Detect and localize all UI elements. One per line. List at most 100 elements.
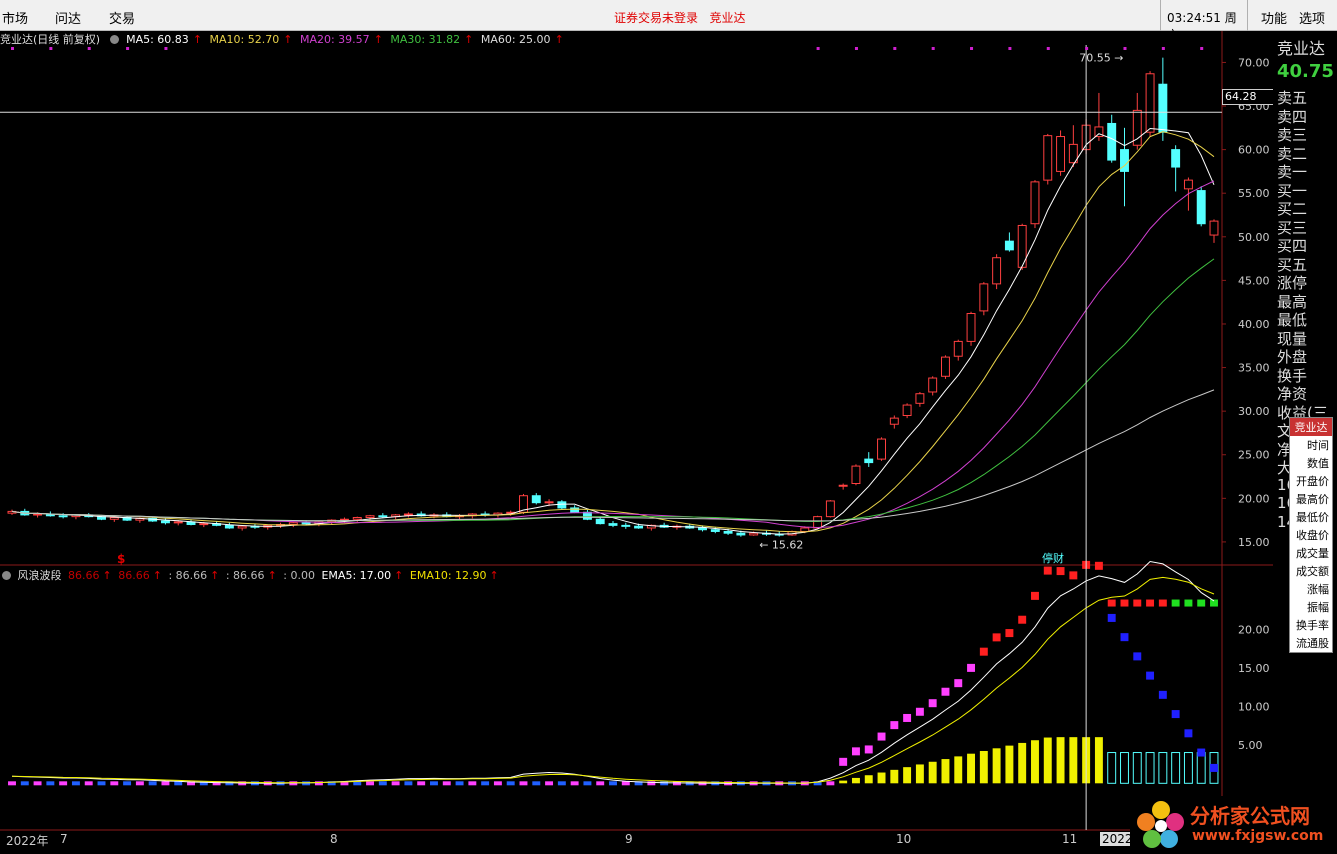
ma30-label: MA30: 31.82: [390, 33, 461, 46]
candle-body: [403, 513, 413, 516]
candle-body: [224, 524, 234, 529]
osc-bar: [890, 769, 899, 784]
up-arrow-icon: ↑: [192, 33, 203, 46]
popup-item: 数值: [1307, 457, 1329, 470]
menu-func[interactable]: 功能: [1261, 8, 1287, 27]
sub-val-2: 86.66: [118, 569, 150, 582]
osc-block: [1171, 599, 1180, 607]
candle-body: [838, 484, 848, 487]
osc-block: [890, 721, 899, 730]
osc-block: [110, 781, 119, 786]
menu-wenda[interactable]: 问达: [55, 8, 81, 27]
candle-body: [1171, 149, 1181, 168]
signal-dot: [87, 47, 91, 50]
candle-body: [698, 527, 707, 531]
popup-item: 流通股: [1296, 637, 1329, 650]
candle-body: [877, 438, 886, 460]
osc-block: [1197, 748, 1206, 757]
flower-logo-icon: [1137, 801, 1184, 848]
osc-block: [621, 781, 630, 786]
candle-body: [288, 522, 298, 525]
osc-block: [366, 781, 375, 786]
osc-bar: [1031, 740, 1039, 784]
osc-bar: [851, 777, 860, 784]
up-arrow-icon: ↑: [152, 569, 162, 582]
osc-block: [545, 781, 554, 786]
candle-body: [173, 521, 183, 524]
notice-stock: 竞业达: [709, 11, 746, 25]
watermark-url: www.fxjgsw.com: [1192, 828, 1324, 844]
osc-block: [1043, 566, 1052, 575]
candle-body: [851, 465, 861, 485]
osc-block: [404, 781, 413, 786]
stock-price: 40.75: [1277, 61, 1334, 82]
osc-block: [123, 781, 132, 786]
price-tick-label: 40.00: [1238, 318, 1270, 331]
osc-block: [519, 781, 528, 786]
candle-body: [915, 393, 925, 404]
login-notice: 证券交易未登录 竞业达: [614, 9, 745, 26]
osc-bar: [864, 775, 873, 784]
osc-block: [20, 781, 29, 786]
candle-body: [301, 522, 311, 525]
osc-bar: [941, 759, 950, 784]
ma60-label: MA60: 25.00: [480, 33, 551, 46]
price-tick-label: 15.00: [1238, 536, 1270, 549]
candle-body: [889, 417, 899, 425]
osc-bar: [1005, 745, 1014, 784]
sub-val-5: : 0.00: [283, 569, 315, 582]
osc-block: [915, 707, 924, 716]
candle-body: [928, 377, 938, 393]
menu-options[interactable]: 选项: [1299, 8, 1325, 27]
time-label: 2022年: [6, 834, 49, 848]
osc-block: [97, 781, 106, 786]
candle-body: [749, 532, 759, 536]
up-arrow-icon: ↑: [102, 569, 112, 582]
osc-block: [417, 781, 426, 786]
popup-item: 成交量: [1296, 547, 1329, 560]
signal-dot: [11, 47, 14, 50]
candle-body: [33, 513, 43, 516]
osc-bar: [1043, 737, 1052, 784]
main-title: 竞业达(日线 前复权): [0, 33, 101, 46]
up-arrow-icon: ↑: [283, 33, 293, 46]
osc-block: [1146, 671, 1155, 680]
osc-block: [84, 781, 93, 786]
osc-block: [59, 781, 68, 786]
candle-body: [621, 524, 631, 527]
signal-dot: [970, 47, 974, 50]
menu-market[interactable]: 市场: [2, 8, 28, 27]
candle-body: [109, 517, 119, 520]
candle-body: [58, 515, 68, 518]
osc-bar: [992, 748, 1001, 784]
candle-body: [1043, 135, 1053, 181]
osc-block: [1018, 615, 1027, 624]
signal-dot: [893, 47, 897, 50]
candle-body: [992, 257, 1002, 285]
kline-chart[interactable]: 70.0065.0060.0055.0050.0045.0040.0035.00…: [0, 31, 1273, 831]
osc-bar: [1069, 737, 1078, 784]
osc-block: [1069, 571, 1078, 580]
osc-block: [992, 633, 1001, 642]
dropdown-circle-icon[interactable]: [2, 571, 11, 580]
osc-block: [33, 781, 42, 786]
candle-body: [825, 500, 835, 518]
osc-block: [1197, 599, 1206, 607]
osc-block: [903, 713, 912, 722]
menu-trade[interactable]: 交易: [109, 8, 135, 27]
candle-body: [1107, 122, 1117, 161]
osc-block: [1133, 599, 1142, 607]
popup-item: 振幅: [1307, 601, 1329, 614]
osc-bar: [979, 751, 988, 784]
price-tick-label: 45.00: [1238, 274, 1270, 287]
sub-val-1: 86.66: [68, 569, 100, 582]
menu-bar: 市场 问达 交易 证券交易未登录 竞业达 03:24:51 周六 功能 选项: [0, 0, 1337, 42]
dropdown-circle-icon[interactable]: [109, 35, 119, 44]
up-arrow-icon: ↑: [554, 33, 564, 46]
sub-tick-label: 5.00: [1238, 739, 1263, 752]
stock-name: 竞业达: [1277, 39, 1326, 58]
candle-body: [1145, 73, 1155, 133]
popup-item: 成交额: [1296, 565, 1329, 578]
osc-block: [609, 781, 617, 786]
popup-item: 开盘价: [1296, 475, 1329, 488]
